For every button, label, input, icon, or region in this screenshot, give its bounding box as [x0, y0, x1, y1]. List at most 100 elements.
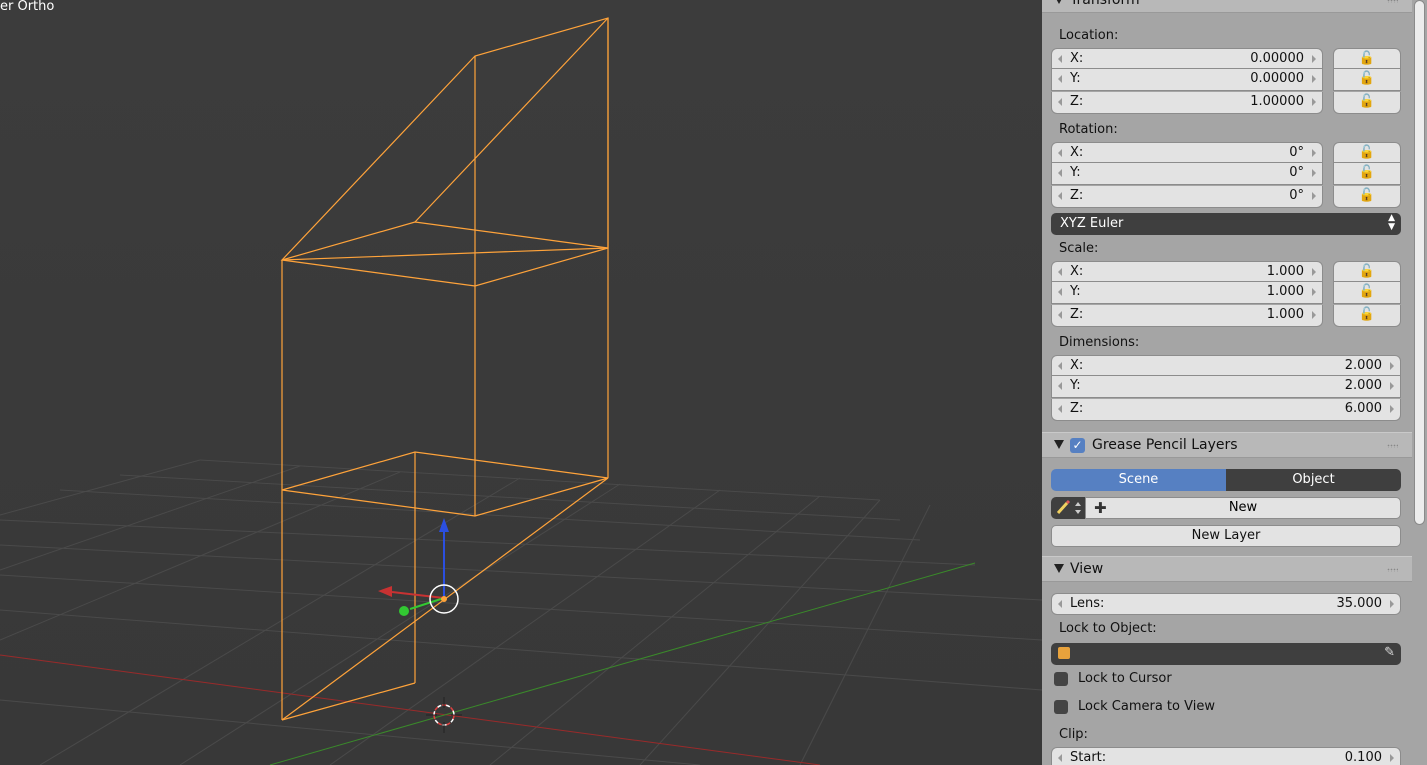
lock-icon: 🔓: [1358, 94, 1376, 109]
plus-icon: ✚: [1094, 499, 1107, 517]
location-label: Location:: [1059, 28, 1119, 43]
collapse-triangle-icon: [1054, 564, 1064, 573]
new-layer-button[interactable]: New Layer: [1051, 525, 1401, 547]
scale-y-field[interactable]: Y: 1.000: [1051, 282, 1323, 304]
field-value: 0°: [1289, 145, 1304, 160]
field-value: 1.000: [1266, 284, 1304, 299]
axis-label: Z:: [1070, 401, 1084, 416]
grease-pencil-datablock-row: ✚ New: [1051, 497, 1401, 519]
view-title: View: [1070, 561, 1104, 577]
lock-camera-to-view-label: Lock Camera to View: [1078, 699, 1215, 714]
grease-pencil-panel-header[interactable]: ✓ Grease Pencil Layers: [1042, 432, 1412, 458]
scale-x-field[interactable]: X: 1.000: [1051, 261, 1323, 282]
lock-rotation-x-button[interactable]: 🔓: [1333, 142, 1401, 163]
lock-location-z-button[interactable]: 🔓: [1333, 92, 1401, 114]
properties-panel: Transform Location: X: 0.00000 Y: 0.00000 …: [1042, 0, 1427, 765]
clip-label: Clip:: [1059, 727, 1088, 742]
new-grease-pencil-button[interactable]: ✚ New: [1085, 497, 1401, 519]
clip-start-field[interactable]: Start: 0.100: [1051, 747, 1401, 765]
field-value: 2.000: [1344, 358, 1382, 373]
lock-to-cursor-label: Lock to Cursor: [1078, 671, 1172, 686]
field-value: 0°: [1289, 188, 1304, 203]
lock-icon: 🔓: [1358, 284, 1376, 299]
lock-icon: 🔓: [1358, 71, 1376, 86]
location-x-field[interactable]: X: 0.00000: [1051, 48, 1323, 69]
grease-pencil-enable-checkbox[interactable]: ✓: [1070, 438, 1085, 453]
pencil-icon: [1056, 499, 1081, 515]
location-y-field[interactable]: Y: 0.00000: [1051, 69, 1323, 91]
dimensions-x-field[interactable]: X: 2.000: [1051, 355, 1401, 376]
lock-rotation-z-button[interactable]: 🔓: [1333, 186, 1401, 208]
x-axis-line: [0, 654, 821, 765]
transform-panel-header[interactable]: Transform: [1042, 0, 1412, 13]
checkbox-box[interactable]: [1054, 672, 1068, 686]
rotation-z-field[interactable]: Z: 0°: [1051, 186, 1323, 208]
checkbox-box[interactable]: [1054, 700, 1068, 714]
lock-to-object-field[interactable]: ✎: [1051, 643, 1401, 665]
eyedropper-icon[interactable]: ✎: [1384, 645, 1395, 660]
lock-scale-x-button[interactable]: 🔓: [1333, 261, 1401, 282]
axis-label: X:: [1070, 145, 1084, 160]
axis-label: Y:: [1070, 378, 1081, 393]
clip-start-value: 0.100: [1344, 750, 1382, 765]
rotation-y-field[interactable]: Y: 0°: [1051, 163, 1323, 185]
axis-label: X:: [1070, 264, 1084, 279]
drag-grip-icon[interactable]: [1387, 444, 1398, 448]
panel-scrollbar[interactable]: [1414, 0, 1425, 525]
drag-grip-icon[interactable]: [1387, 0, 1398, 3]
dimensions-label: Dimensions:: [1059, 335, 1140, 350]
rotation-mode-value: XYZ Euler: [1060, 216, 1124, 231]
viewport-view-label: er Ortho: [0, 0, 55, 14]
y-axis-line: [269, 562, 976, 765]
clip-start-label: Start:: [1070, 750, 1107, 765]
axis-label: Y:: [1070, 284, 1081, 299]
selected-object-wireframe[interactable]: [280, 17, 609, 721]
scale-z-field[interactable]: Z: 1.000: [1051, 305, 1323, 327]
axis-label: Z:: [1070, 94, 1084, 109]
lock-to-object-label: Lock to Object:: [1059, 621, 1157, 636]
lock-rotation-y-button[interactable]: 🔓: [1333, 163, 1401, 185]
lock-scale-z-button[interactable]: 🔓: [1333, 305, 1401, 327]
axis-label: X:: [1070, 51, 1084, 66]
view-panel-header[interactable]: View: [1042, 556, 1412, 582]
lens-label: Lens:: [1070, 596, 1105, 611]
axis-label: Y:: [1070, 71, 1081, 86]
axis-label: Z:: [1070, 188, 1084, 203]
dimensions-y-field[interactable]: Y: 2.000: [1051, 376, 1401, 398]
updown-arrows-icon: ▲ ▼: [1388, 213, 1395, 232]
3d-viewport[interactable]: er Ortho: [0, 0, 1042, 765]
lens-value: 35.000: [1336, 596, 1383, 611]
rotation-label: Rotation:: [1059, 122, 1118, 137]
field-value: 6.000: [1344, 401, 1382, 416]
axis-label: Y:: [1070, 165, 1081, 180]
lock-icon: 🔓: [1358, 188, 1376, 203]
tab-scene[interactable]: Scene: [1051, 469, 1226, 491]
drag-grip-icon[interactable]: [1387, 568, 1398, 572]
rotation-x-field[interactable]: X: 0°: [1051, 142, 1323, 163]
field-value: 0.00000: [1250, 51, 1304, 66]
axis-label: Z:: [1070, 307, 1084, 322]
field-value: 0°: [1289, 165, 1304, 180]
lock-icon: 🔓: [1358, 165, 1376, 180]
viewport-canvas: [0, 17, 1042, 765]
lock-location-x-button[interactable]: 🔓: [1333, 48, 1401, 69]
lock-scale-y-button[interactable]: 🔓: [1333, 282, 1401, 304]
field-value: 1.000: [1266, 307, 1304, 322]
lock-icon: 🔓: [1358, 264, 1376, 279]
floor-grid: [0, 459, 1042, 765]
lens-field[interactable]: Lens: 35.000: [1051, 593, 1401, 615]
rotation-mode-select[interactable]: XYZ Euler ▲ ▼: [1051, 213, 1401, 235]
dimensions-z-field[interactable]: Z: 6.000: [1051, 399, 1401, 421]
lock-icon: 🔓: [1358, 145, 1376, 160]
location-z-field[interactable]: Z: 1.00000: [1051, 92, 1323, 114]
field-value: 2.000: [1344, 378, 1382, 393]
lock-icon: 🔓: [1358, 307, 1376, 322]
scale-label: Scale:: [1059, 241, 1099, 256]
collapse-triangle-icon: [1054, 440, 1064, 449]
collapse-triangle-icon: [1054, 0, 1064, 4]
grease-pencil-browse-button[interactable]: [1051, 497, 1085, 519]
tab-object[interactable]: Object: [1226, 469, 1401, 491]
lock-icon: 🔓: [1358, 51, 1376, 66]
grease-pencil-title: Grease Pencil Layers: [1092, 437, 1238, 453]
lock-location-y-button[interactable]: 🔓: [1333, 69, 1401, 91]
